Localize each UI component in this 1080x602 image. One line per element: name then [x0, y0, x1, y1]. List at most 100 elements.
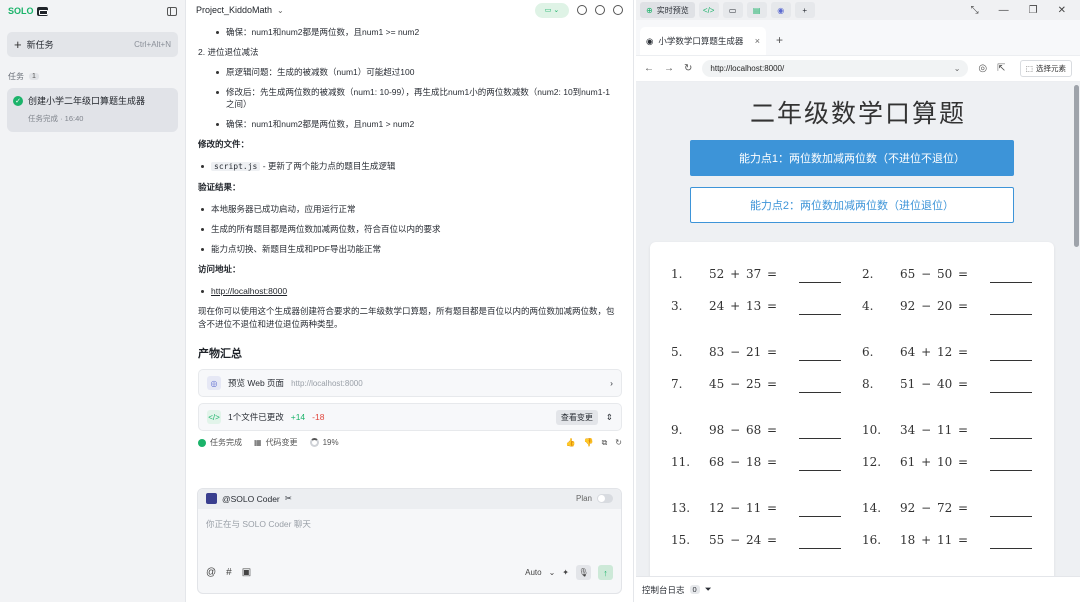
project-selector[interactable]: Project_KiddoMath ⌄ [196, 5, 284, 15]
tab-terminal-icon[interactable]: ▭ [722, 2, 743, 18]
add-tab-icon[interactable]: + [794, 2, 815, 18]
list-item: 能力点切换、新题目生成和PDF导出功能正常 [198, 243, 622, 255]
select-element-button[interactable]: ⬚ 选择元素 [1019, 60, 1072, 77]
answer-blank[interactable] [990, 392, 1032, 393]
problem-expression: 64 + 12 = [900, 345, 969, 359]
lines-removed: -18 [312, 412, 325, 422]
retry-icon[interactable]: ↻ [615, 438, 622, 447]
access-link[interactable]: http://localhost:8000 [211, 286, 287, 296]
chat-input[interactable]: 你正在与 SOLO Coder 聊天 [198, 509, 621, 565]
model-mode-selector[interactable]: Auto [525, 568, 541, 577]
answer-blank[interactable] [799, 470, 841, 471]
ability2-button[interactable]: 能力点2：两位数加减两位数（进位退位） [690, 187, 1014, 223]
tools-icon[interactable]: ✂ [285, 493, 292, 504]
chat-panel: Project_KiddoMath ⌄ ▭ ⌄ 确保：num1和num2都是两位… [186, 0, 634, 602]
changes-label: 1个文件已更改 [228, 412, 284, 422]
list-item: 确保：num1和num2都是两位数，且num1 >= num2 [198, 26, 622, 38]
filter-icon[interactable]: ⏷ [705, 584, 712, 595]
chevron-right-icon: › [610, 378, 613, 388]
answer-blank[interactable] [799, 516, 841, 517]
new-task-label: 新任务 [26, 40, 54, 50]
ability1-button[interactable]: 能力点1：两位数加减两位数（不进位不退位） [690, 140, 1014, 176]
console-bar[interactable]: 控制台日志 0 ⏷ [636, 576, 1080, 602]
thumbs-down-icon[interactable]: 👎 [584, 438, 594, 447]
hash-icon[interactable]: # [226, 567, 232, 578]
list-item: 生成的所有题目都是两位数加减两位数，符合百位以内的要求 [198, 223, 622, 235]
answer-blank[interactable] [799, 282, 841, 283]
new-task-shortcut: Ctrl+Alt+N [134, 40, 171, 49]
view-changes-button[interactable]: 查看变更 [555, 409, 598, 425]
answer-blank[interactable] [990, 314, 1032, 315]
chevron-down-icon[interactable]: ⌄ [954, 64, 961, 73]
thumbs-up-icon[interactable]: 👍 [566, 438, 576, 447]
preview-web-row[interactable]: ◎ 预览 Web 页面 http://localhost:8000 › [198, 369, 622, 397]
scrollbar[interactable] [1074, 85, 1079, 247]
answer-blank[interactable] [799, 314, 841, 315]
file-desc: - 更新了两个能力点的题目生成逻辑 [260, 161, 396, 171]
preview-url: http://localhost:8000 [291, 378, 363, 388]
task-item[interactable]: ✓ 创建小学二年级口算题生成器 任务完成 · 16:40 [7, 88, 178, 132]
answer-blank[interactable] [990, 360, 1032, 361]
answer-blank[interactable] [799, 548, 841, 549]
tab-browser-icon[interactable]: ◉ [770, 2, 791, 18]
answer-blank[interactable] [990, 516, 1032, 517]
account-icon[interactable] [613, 5, 623, 15]
chat-messages: 确保：num1和num2都是两位数，且num1 >= num2 2. 进位退位减… [186, 20, 634, 482]
file-changes-row[interactable]: </> 1个文件已更改 +14 -18 查看变更 ⇕ [198, 403, 622, 431]
collapse-icon[interactable]: ⤡ [971, 5, 979, 16]
composer: @SOLO Coder ✂ Plan 你正在与 SOLO Coder 聊天 @ … [197, 488, 622, 594]
preview-icon: ◎ [207, 376, 221, 390]
status-code[interactable]: 代码变更 [266, 437, 298, 448]
tab-live-preview[interactable]: ⊕ 实时预览 [640, 2, 695, 18]
minimize-icon[interactable]: — [999, 5, 1009, 16]
answer-blank[interactable] [799, 438, 841, 439]
tab-document-icon[interactable]: ▤ [746, 2, 767, 18]
reload-icon[interactable]: ↻ [684, 63, 692, 74]
mention-icon[interactable]: @ [206, 567, 216, 578]
maximize-icon[interactable]: ❐ [1029, 5, 1038, 16]
external-link-icon[interactable]: ⇱ [997, 63, 1005, 74]
answer-blank[interactable] [799, 360, 841, 361]
page-title: 二年级数学口算题 [749, 99, 966, 128]
close-icon[interactable]: ✕ [1058, 5, 1066, 16]
url-input[interactable]: http://localhost:8000/ ⌄ [702, 60, 969, 77]
chat-history-icon[interactable] [577, 5, 587, 15]
files-heading: 修改的文件： [198, 139, 250, 149]
forward-icon[interactable]: → [664, 63, 674, 74]
compass-icon[interactable]: ◎ [978, 63, 987, 74]
send-button[interactable]: ↑ [598, 565, 613, 580]
new-tab-icon[interactable]: + [776, 33, 783, 47]
mic-icon[interactable]: 🎙 [576, 565, 591, 580]
answer-blank[interactable] [990, 548, 1032, 549]
plan-toggle[interactable] [597, 494, 613, 503]
terminal-toggle-button[interactable]: ▭ ⌄ [535, 2, 569, 18]
copy-icon[interactable]: ⧉ [602, 438, 608, 448]
close-tab-icon[interactable]: × [755, 36, 760, 46]
sparkle-icon[interactable]: ✦ [562, 568, 569, 577]
answer-blank[interactable] [799, 392, 841, 393]
agent-name[interactable]: @SOLO Coder [222, 494, 280, 504]
back-icon[interactable]: ← [644, 63, 654, 74]
answer-blank[interactable] [990, 470, 1032, 471]
list-item: 修改后：先生成两位数的被减数（num1: 10-99），再生成比num1小的两位… [198, 86, 622, 110]
new-task-button[interactable]: + 新任务 Ctrl+Alt+N [7, 32, 178, 57]
browser-tab[interactable]: ◉ 小学数学口算题生成器 × [640, 27, 766, 55]
settings-gear-icon[interactable] [595, 5, 605, 15]
logo-text: SOLO [8, 6, 34, 16]
expand-icon[interactable]: ⇕ [606, 412, 613, 423]
answer-blank[interactable] [990, 282, 1032, 283]
done-icon [198, 438, 206, 447]
sidebar-toggle-icon[interactable] [167, 6, 177, 16]
image-icon[interactable]: ▣ [242, 567, 251, 578]
console-count: 0 [689, 585, 700, 594]
problem-number: 16. [862, 533, 882, 547]
problem-expression: 12 − 11 = [709, 501, 778, 515]
problem-expression: 18 + 11 = [900, 533, 969, 547]
globe-icon: ⊕ [646, 5, 653, 15]
file-code: script.js [211, 162, 261, 171]
console-label: 控制台日志 [642, 584, 685, 595]
terminal-icon [36, 6, 48, 16]
answer-blank[interactable] [990, 438, 1032, 439]
tasks-count-badge: 1 [29, 73, 39, 80]
tab-code-icon[interactable]: </> [698, 2, 719, 18]
